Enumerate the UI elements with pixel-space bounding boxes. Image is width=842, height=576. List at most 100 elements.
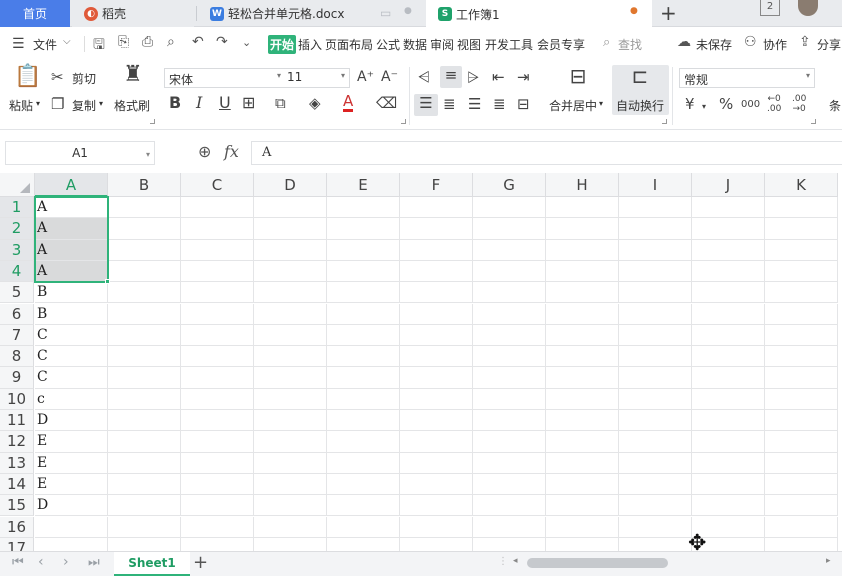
cell-d10[interactable] — [254, 388, 327, 410]
cell-h17[interactable] — [546, 537, 619, 551]
wrap-text-button[interactable]: ⊏ 自动换行 — [612, 65, 669, 115]
clear-format-icon[interactable]: ⌫ — [376, 94, 397, 112]
cell-b14[interactable] — [108, 473, 181, 496]
cell-b2[interactable] — [108, 218, 181, 240]
monitor-icon[interactable]: ▭ — [380, 6, 391, 20]
menu-formula[interactable]: 公式 — [376, 36, 400, 53]
sheet-tab-sheet1[interactable]: Sheet1 — [114, 552, 190, 576]
select-all-corner[interactable] — [0, 173, 35, 197]
cell-b8[interactable] — [108, 346, 181, 368]
cell-h15[interactable] — [546, 495, 619, 517]
cell-g16[interactable] — [473, 516, 546, 538]
paste-button[interactable]: 粘贴 — [9, 97, 33, 114]
cell-c15[interactable] — [181, 495, 254, 517]
cell-k9[interactable] — [765, 367, 838, 389]
share-icon[interactable]: ⇪ — [799, 34, 811, 50]
distributed-icon[interactable]: ⊟ — [517, 95, 530, 113]
cell-b13[interactable] — [108, 452, 181, 474]
increase-indent-icon[interactable]: ⇥ — [517, 68, 530, 86]
copy-dropdown-icon[interactable]: ▾ — [99, 99, 103, 108]
font-expand-icon[interactable] — [401, 119, 406, 124]
number-expand-icon[interactable] — [811, 119, 816, 124]
cell-c9[interactable] — [181, 367, 254, 389]
cell-a13[interactable]: E — [35, 452, 108, 474]
cell-k12[interactable] — [765, 431, 838, 453]
cell-k4[interactable] — [765, 260, 838, 283]
clipboard-expand-icon[interactable] — [150, 119, 155, 124]
cell-a16[interactable] — [35, 516, 108, 538]
tab-document[interactable]: W 轻松合并单元格.docx ▭ ● — [198, 0, 426, 27]
cloud-icon[interactable]: ☁ — [677, 34, 691, 50]
more-icon[interactable]: ⌄ — [242, 36, 251, 49]
cell-g11[interactable] — [473, 410, 546, 432]
cell-i9[interactable] — [619, 367, 692, 389]
format-painter-icon[interactable]: ♜ — [121, 64, 145, 86]
cell-f2[interactable] — [400, 218, 473, 240]
cell-b5[interactable] — [108, 282, 181, 304]
cell-g14[interactable] — [473, 473, 546, 496]
cell-b7[interactable] — [108, 324, 181, 347]
cell-c8[interactable] — [181, 346, 254, 368]
cell-k10[interactable] — [765, 388, 838, 410]
spreadsheet-grid[interactable]: ABCDEFGHIJK 1 2 3 4 5 6 7 8 9 10 11 12 13 14 15 16 17 AA… — [0, 173, 842, 551]
cell-k15[interactable] — [765, 495, 838, 517]
cell-j8[interactable] — [692, 346, 765, 368]
cell-g6[interactable] — [473, 303, 546, 325]
cell-d1[interactable] — [254, 197, 327, 219]
align-top-icon[interactable]: ⩤ — [418, 68, 430, 86]
cell-c13[interactable] — [181, 452, 254, 474]
row-header-6[interactable]: 6 — [0, 303, 34, 325]
cell-j15[interactable] — [692, 495, 765, 517]
cell-i3[interactable] — [619, 239, 692, 261]
cell-e11[interactable] — [327, 410, 400, 432]
cell-c16[interactable] — [181, 516, 254, 538]
column-header-k[interactable]: K — [765, 173, 838, 197]
border-icon[interactable]: ⊞ — [242, 94, 255, 112]
cell-i5[interactable] — [619, 282, 692, 304]
cell-f17[interactable] — [400, 537, 473, 551]
cell-f14[interactable] — [400, 473, 473, 496]
row-header-2[interactable]: 2 — [0, 218, 34, 240]
cell-g13[interactable] — [473, 452, 546, 474]
unsaved-label[interactable]: 未保存 — [696, 36, 732, 53]
print-preview-icon[interactable]: ⌕ — [167, 34, 175, 50]
row-header-8[interactable]: 8 — [0, 346, 34, 368]
menu-data[interactable]: 数据 — [403, 36, 427, 53]
cell-b3[interactable] — [108, 239, 181, 261]
cell-a10[interactable]: c — [35, 388, 108, 410]
formula-input[interactable]: A — [251, 141, 842, 165]
cell-i6[interactable] — [619, 303, 692, 325]
cell-e3[interactable] — [327, 239, 400, 261]
copy-icon[interactable]: ❐ — [51, 95, 64, 113]
cell-h2[interactable] — [546, 218, 619, 240]
cell-c1[interactable] — [181, 197, 254, 219]
cell-d9[interactable] — [254, 367, 327, 389]
row-header-11[interactable]: 11 — [0, 410, 34, 432]
cell-i10[interactable] — [619, 388, 692, 410]
menu-review[interactable]: 审阅 — [430, 36, 454, 53]
cell-d2[interactable] — [254, 218, 327, 240]
row-header-15[interactable]: 15 — [0, 495, 34, 517]
cell-c7[interactable] — [181, 324, 254, 347]
cell-a14[interactable]: E — [35, 473, 108, 496]
cell-e13[interactable] — [327, 452, 400, 474]
underline-icon[interactable]: U — [219, 94, 231, 112]
thousands-icon[interactable]: 000 — [741, 96, 760, 114]
row-header-17[interactable]: 17 — [0, 537, 34, 551]
cell-f1[interactable] — [400, 197, 473, 219]
cell-k7[interactable] — [765, 324, 838, 347]
search-icon[interactable]: ⌕ — [603, 35, 610, 50]
cell-b16[interactable] — [108, 516, 181, 538]
align-left-icon[interactable]: ☰ — [414, 94, 438, 116]
align-right-icon[interactable]: ☰ — [468, 95, 481, 113]
cell-c6[interactable] — [181, 303, 254, 325]
paste-icon[interactable]: 📋 — [14, 66, 41, 88]
scissors-icon[interactable]: ✂ — [51, 68, 64, 86]
first-sheet-icon[interactable]: ⏮ — [12, 555, 24, 570]
column-header-g[interactable]: G — [473, 173, 546, 197]
export-icon[interactable]: ⎘ — [118, 34, 129, 50]
undo-icon[interactable]: ↶ — [192, 34, 204, 50]
row-header-7[interactable]: 7 — [0, 324, 34, 347]
row-header-5[interactable]: 5 — [0, 282, 34, 304]
cell-h3[interactable] — [546, 239, 619, 261]
